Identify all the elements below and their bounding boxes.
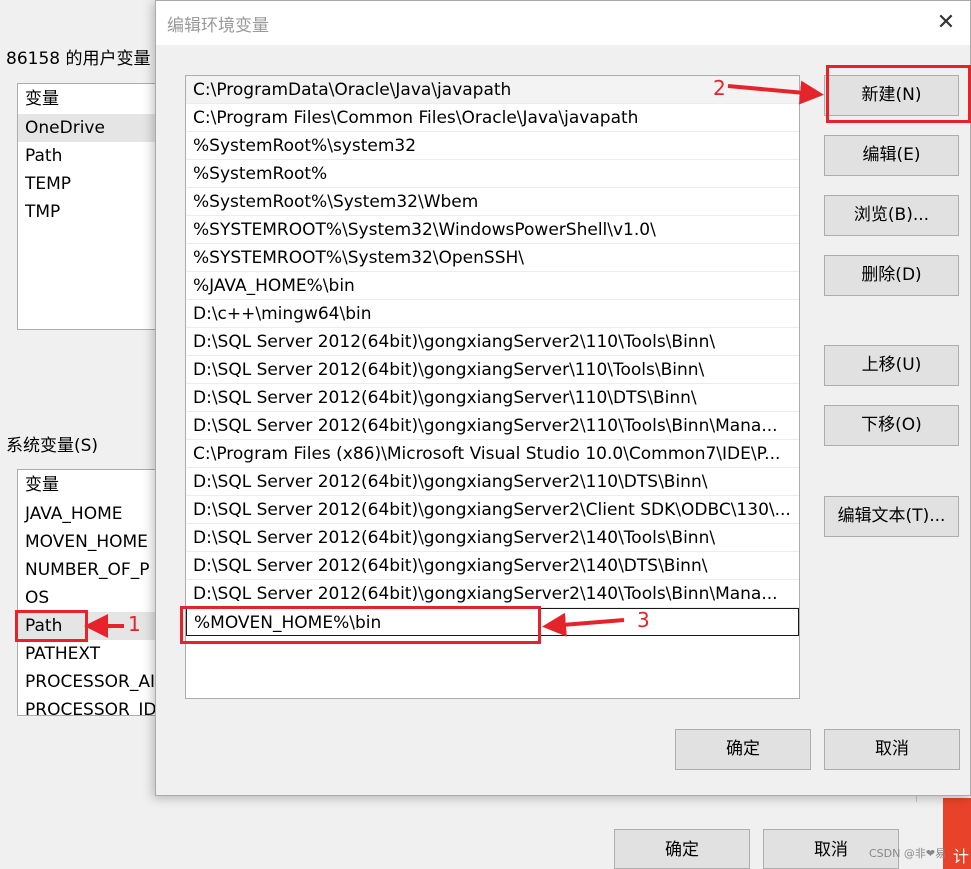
annotation-arrow-2 <box>727 80 824 105</box>
annotation-arrows <box>84 80 824 638</box>
annotation-arrow-3 <box>542 612 625 637</box>
